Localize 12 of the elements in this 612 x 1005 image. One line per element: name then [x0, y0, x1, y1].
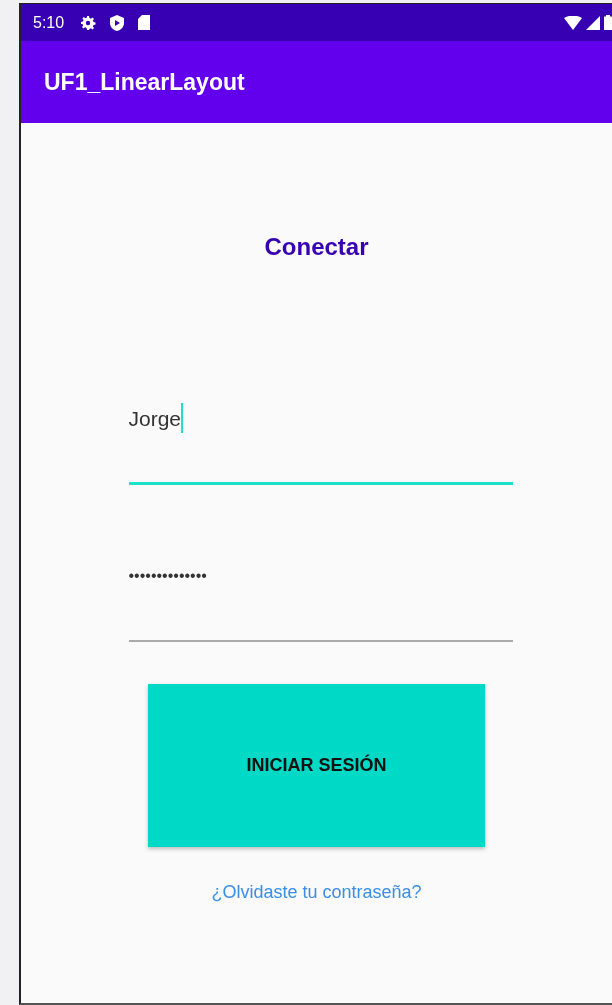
signal-icon	[586, 15, 600, 30]
username-field[interactable]: Jorge	[128, 405, 513, 485]
password-field[interactable]: ••••••••••••••	[128, 560, 513, 642]
gear-icon	[80, 14, 97, 31]
battery-icon	[604, 15, 612, 30]
sd-card-icon	[138, 15, 151, 30]
app-title: UF1_LinearLayout	[44, 68, 245, 96]
heading: Conectar	[264, 233, 369, 261]
clock-time: 5:10	[33, 13, 65, 32]
shield-play-icon	[110, 14, 125, 31]
login-button[interactable]: INICIAR SESIÓN	[148, 684, 485, 847]
wifi-icon	[564, 15, 582, 30]
